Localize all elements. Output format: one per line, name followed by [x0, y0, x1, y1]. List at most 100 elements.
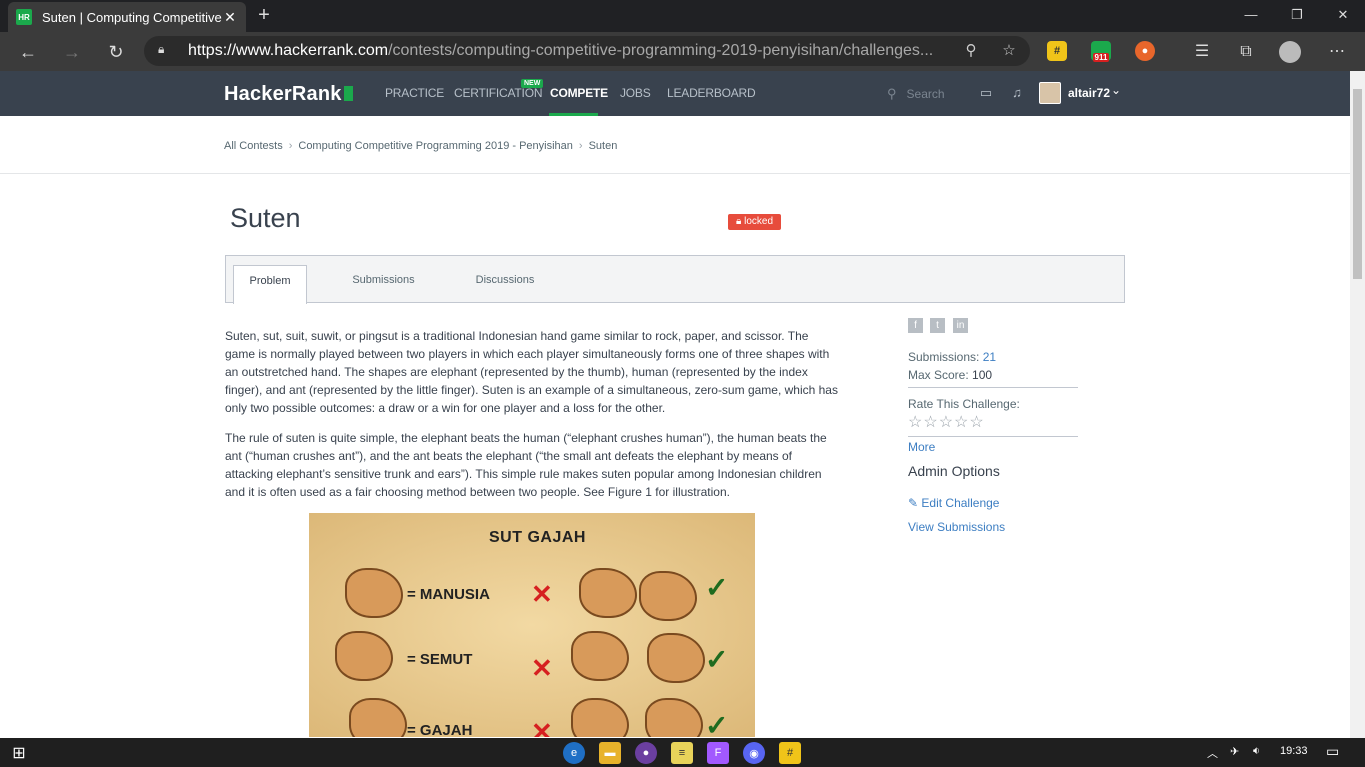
breadcrumb-bar: All Contests › Computing Competitive Pro… [0, 116, 1350, 174]
network-icon[interactable]: ✈ [1230, 745, 1239, 758]
challenge-tabs: Problem Submissions Discussions [225, 255, 1125, 304]
edit-challenge-link[interactable]: ✎ Edit Challenge [908, 496, 999, 510]
browser-tab-bar: HR Suten | Computing Competitive P ✕ + —… [0, 0, 1365, 32]
windows-start-icon[interactable]: ⊞ [8, 742, 30, 764]
page-scrollbar[interactable] [1350, 71, 1365, 738]
figma-icon[interactable]: F [707, 742, 729, 764]
tab-discussions[interactable]: Discussions [464, 265, 546, 304]
username[interactable]: altair72 [1068, 86, 1110, 100]
index-finger-hand-icon [335, 631, 393, 681]
nav-jobs[interactable]: JOBS [620, 86, 651, 100]
divider [908, 387, 1078, 388]
hackerrank-favicon-icon: HR [16, 9, 32, 25]
extension-icon[interactable]: # [1047, 41, 1067, 61]
submissions-stat: Submissions: 21 [908, 350, 996, 364]
avatar[interactable] [1039, 82, 1061, 104]
nav-certification[interactable]: CERTIFICATION [454, 86, 542, 100]
back-icon[interactable]: ← [14, 38, 42, 66]
star-icon[interactable]: ☆ [939, 414, 954, 431]
chevron-down-icon[interactable]: ⌄ [1111, 83, 1121, 97]
favorite-star-icon[interactable]: ☆ [998, 40, 1020, 62]
edge-browser-icon[interactable]: e [563, 742, 585, 764]
chevron-right-icon: › [288, 140, 293, 152]
scrollbar-thumb[interactable] [1353, 89, 1362, 279]
address-bar[interactable]: 🔒︎ https://www.hackerrank.com/contests/c… [144, 36, 1030, 66]
extension-badge-icon[interactable]: 911 [1091, 41, 1111, 62]
tab-problem[interactable]: Problem [233, 265, 307, 304]
hackerrank-logo[interactable]: HackerRank [224, 83, 353, 106]
star-icon[interactable]: ☆ [954, 414, 969, 431]
new-tab-icon[interactable]: + [254, 4, 274, 26]
twitter-share-icon[interactable]: t [930, 318, 945, 333]
extension-orange-icon[interactable]: ● [1135, 41, 1155, 61]
paragraph: Suten, sut, suit, suwit, or pingsut is a… [225, 329, 838, 415]
check-icon: ✓ [705, 710, 729, 737]
nav-leaderboard[interactable]: LEADERBOARD [667, 86, 756, 100]
windows-taskbar: ⊞ e ▬ ● ≡ F ◉ # ︿ ✈ 🔉︎ 19:33 ▭ [0, 738, 1365, 767]
profile-avatar-icon[interactable] [1279, 41, 1301, 63]
restore-icon[interactable]: ❐ [1274, 0, 1320, 30]
status-badge: 🔒︎ locked [728, 214, 781, 230]
forward-icon[interactable]: → [58, 38, 86, 66]
search-icon: ⚲ [887, 86, 897, 101]
slack-icon[interactable]: # [779, 742, 801, 764]
collections-icon[interactable]: ⧉ [1233, 39, 1259, 65]
linkedin-share-icon[interactable]: in [953, 318, 968, 333]
figure-row-label: = MANUSIA [407, 586, 490, 603]
breadcrumb-challenge[interactable]: Suten [589, 140, 618, 152]
breadcrumb-all-contests[interactable]: All Contests [224, 140, 283, 152]
submissions-count[interactable]: 21 [983, 350, 996, 364]
nav-compete[interactable]: COMPETE [550, 86, 608, 100]
thumb-hand-icon [645, 698, 703, 737]
submissions-label: Submissions: [908, 350, 980, 364]
volume-icon[interactable]: 🔉︎ [1253, 745, 1260, 758]
refresh-icon[interactable]: ↻ [102, 38, 130, 66]
lock-icon: 🔒︎ [158, 42, 165, 56]
star-icon[interactable]: ☆ [969, 414, 984, 431]
browser-tab[interactable]: HR Suten | Computing Competitive P ✕ [8, 2, 246, 32]
breadcrumb-contest[interactable]: Computing Competitive Programming 2019 -… [298, 140, 573, 152]
file-explorer-icon[interactable]: ▬ [599, 742, 621, 764]
little-finger-hand-icon [349, 698, 407, 737]
view-submissions-link[interactable]: View Submissions [908, 520, 1005, 534]
index-finger-hand-icon [647, 633, 705, 683]
chevron-up-icon[interactable]: ︿ [1207, 745, 1218, 761]
tab-title: Suten | Computing Competitive P [42, 9, 222, 25]
max-score-label: Max Score: [908, 368, 969, 382]
facebook-share-icon[interactable]: f [908, 318, 923, 333]
clock-time[interactable]: 19:33 [1280, 745, 1308, 757]
notes-app-icon[interactable]: ≡ [671, 742, 693, 764]
star-icon[interactable]: ☆ [908, 414, 923, 431]
thumb-hand-icon [345, 568, 403, 618]
url-text[interactable]: https://www.hackerrank.com/contests/comp… [188, 42, 933, 60]
lock-icon: 🔒︎ [735, 216, 742, 227]
tab-submissions[interactable]: Submissions [341, 265, 426, 304]
messages-icon[interactable]: ▭ [978, 85, 994, 101]
admin-options-title: Admin Options [908, 463, 1000, 479]
more-link[interactable]: More [908, 440, 935, 454]
close-window-icon[interactable]: ✕ [1320, 0, 1365, 30]
search-input[interactable]: ⚲ Search [887, 86, 945, 102]
minimize-icon[interactable]: — [1228, 0, 1274, 30]
notification-center-icon[interactable]: ▭ [1326, 743, 1339, 760]
browser-toolbar: ← → ↻ 🔒︎ https://www.hackerrank.com/cont… [0, 32, 1365, 71]
close-tab-icon[interactable]: ✕ [222, 9, 238, 26]
discord-icon[interactable]: ◉ [743, 742, 765, 764]
more-menu-icon[interactable]: ⋯ [1324, 39, 1350, 65]
page-title: Suten [230, 203, 301, 233]
nav-practice[interactable]: PRACTICE [385, 86, 444, 100]
new-badge: NEW [521, 79, 544, 88]
notifications-bell-icon[interactable]: ♫ [1009, 85, 1025, 101]
rating-stars[interactable]: ☆☆☆☆☆ [908, 412, 985, 432]
chevron-right-icon: › [578, 140, 583, 152]
figure-row-label: = SEMUT [407, 651, 473, 668]
problem-statement: Suten, sut, suit, suwit, or pingsut is a… [225, 327, 840, 513]
figure-row-label: = GAJAH [407, 722, 473, 737]
star-icon[interactable]: ☆ [923, 414, 938, 431]
extension-badge: 911 [1092, 53, 1110, 62]
favorites-list-icon[interactable]: ☰ [1189, 39, 1215, 65]
cross-icon: ✕ [531, 653, 553, 683]
zoom-search-icon[interactable]: ⚲ [960, 40, 982, 62]
check-icon: ✓ [705, 644, 729, 675]
app-icon[interactable]: ● [635, 742, 657, 764]
